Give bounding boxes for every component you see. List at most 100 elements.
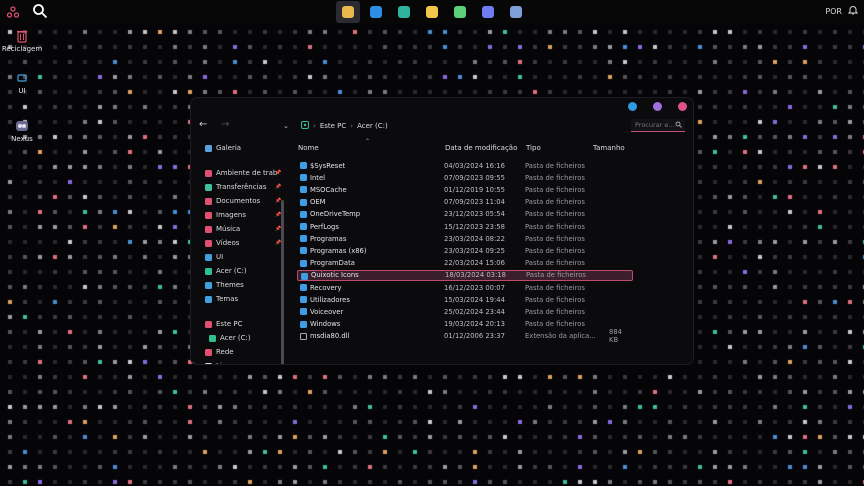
settings-app-icon[interactable] [504,1,528,23]
sidebar-item-label: Themes [216,281,244,289]
sidebar-item-transfer-ncias[interactable]: Transferências 📌 [205,181,281,193]
file-date: 19/03/2024 20:13 [444,320,505,329]
chevron-right-icon: › [350,122,354,130]
file-type: Pasta de ficheiros [525,234,585,243]
folder-icon [300,223,307,230]
file-row[interactable]: OEM 07/09/2023 11:04 Pasta de ficheiros [297,197,633,208]
sidebar-item-m-sica[interactable]: Música 📌 [205,223,281,235]
desktop-icon-recycle-bin[interactable]: Reciclagem [0,28,44,53]
file-explorer-app-icon[interactable] [336,1,360,23]
pin-icon[interactable]: 📌 [275,240,281,246]
desktop-icon [205,169,212,177]
sidebar-item-acer-c[interactable]: Acer (C:) [209,332,251,344]
file-row[interactable]: MSOCache 01/12/2019 10:55 Pasta de ficheir… [297,184,633,195]
file-type: Extensão da aplica... [525,332,596,341]
sidebar-item-ambiente-de-trab[interactable]: Ambiente de trab 📌 [205,167,281,179]
pin-icon[interactable]: 📌 [275,226,281,232]
sidebar-item-galeria[interactable]: Galeria [205,142,241,154]
file-name: Programas [310,234,347,243]
chevron-down-icon[interactable]: ⌄ [283,122,289,130]
file-row[interactable]: msdia80.dll 01/12/2006 23:37 Extensão da a… [297,328,633,344]
sidebar-item-label: Documentos [216,197,261,205]
file-type: Pasta de ficheiros [525,259,585,268]
sidebar-item-documentos[interactable]: Documentos 📌 [205,195,281,207]
navigation-pane: Galeria Ambiente de trab 📌 Transferências 📌 D… [191,140,287,364]
file-date: 23/03/2024 08:22 [444,234,505,243]
pin-icon[interactable]: 📌 [275,198,281,204]
back-arrow-icon[interactable]: ← [199,119,207,130]
sidebar-item-label: Imagens [216,211,247,219]
file-date: 15/03/2024 19:44 [444,295,505,304]
sidebar-item-label: Galeria [216,144,242,152]
edge-app-icon[interactable] [392,1,416,23]
file-row[interactable]: PerfLogs 15/12/2023 23:58 Pasta de ficheir… [297,221,633,232]
column-header-size[interactable]: Tamanho [593,144,625,152]
file-row[interactable]: Utilizadores 15/03/2024 19:44 Pasta de fic… [297,294,633,305]
browser-app-icon[interactable] [448,1,472,23]
folder-icon [205,295,212,303]
vscode-app-icon[interactable] [364,1,388,23]
start-menu-icon[interactable] [6,4,20,23]
file-name: PerfLogs [310,222,339,231]
folder-icon [300,320,307,328]
folder-icon [0,70,44,86]
pin-icon[interactable]: 📌 [275,170,281,176]
file-row[interactable]: Quixotic Icons 18/03/2024 03:18 Pasta de f… [297,269,633,281]
file-row[interactable]: OneDriveTemp 23/12/2023 05:54 Pasta de fic… [297,209,633,220]
column-header-type[interactable]: Tipo [526,144,541,152]
pin-icon[interactable]: 📌 [275,212,281,218]
file-date: 16/12/2023 00:07 [444,283,505,292]
file-row[interactable]: Recovery 16/12/2023 00:07 Pasta de ficheir… [297,282,633,293]
search-input[interactable]: Procurar e... [631,119,685,132]
sidebar-item-rede[interactable]: Rede [205,346,234,358]
network-icon [205,348,212,356]
nexus-icon [0,118,44,134]
store-app-icon[interactable] [420,1,444,23]
sidebar-item-label: Música [216,225,241,233]
sidebar-item-ui[interactable]: UI [205,251,223,263]
file-row[interactable]: Programas 23/03/2024 08:22 Pasta de fichei… [297,233,633,244]
sidebar-item-label: Este PC [216,320,243,328]
desktop-icon-label: Nexus [11,135,33,143]
sidebar-item-temas[interactable]: Temas [205,293,238,305]
column-header-name[interactable]: Nome [298,144,319,152]
file-row[interactable]: Voiceover 25/02/2024 23:44 Pasta de fichei… [297,306,633,317]
sidebar-item-este-pc[interactable]: Este PC [205,318,242,330]
file-date: 22/03/2024 15:06 [444,259,505,268]
documents-icon [205,197,212,205]
sidebar-item-acer-c[interactable]: Acer (C:) [205,265,247,277]
file-row[interactable]: $SysReset 04/03/2024 16:16 Pasta de fichei… [297,160,633,171]
notification-bell-icon[interactable] [847,5,859,17]
recycle-bin-icon [0,28,44,44]
sidebar-item-themes[interactable]: Themes [205,279,244,291]
file-date: 07/09/2023 09:55 [444,173,505,182]
search-icon[interactable] [32,3,48,23]
forward-arrow-icon[interactable]: → [221,119,229,130]
file-name: ProgramData [310,259,355,268]
file-row[interactable]: Intel 07/09/2023 09:55 Pasta de ficheiros [297,172,633,183]
folder-icon [300,198,307,206]
sidebar-item-v-deos[interactable]: Vídeos 📌 [205,237,281,249]
file-row[interactable]: ProgramData 22/03/2024 15:06 Pasta de fich… [297,258,633,269]
file-date: 23/03/2024 09:25 [444,246,505,255]
folder-icon [300,308,307,316]
maximize-button[interactable] [653,102,662,111]
language-indicator[interactable]: POR [825,7,842,16]
sidebar-item-linux[interactable]: Linux [205,360,235,364]
desktop-icon-nexus[interactable]: Nexus [0,118,44,143]
pin-icon[interactable]: 📌 [275,184,281,190]
close-button[interactable] [678,102,687,111]
file-row[interactable]: Programas (x86) 23/03/2024 09:25 Pasta de … [297,245,633,256]
breadcrumb-item-drive[interactable]: Acer (C:) [357,122,388,130]
discord-app-icon[interactable] [476,1,500,23]
downloads-icon [205,183,212,191]
file-row[interactable]: Windows 19/03/2024 20:13 Pasta de ficheiro… [297,319,633,330]
column-header-date[interactable]: Data de modificação [445,144,517,152]
chevron-right-icon: › [313,122,316,130]
minimize-button[interactable] [628,102,637,111]
file-date: 15/12/2023 23:58 [444,222,505,231]
navigation-scrollbar[interactable] [281,200,284,364]
sidebar-item-imagens[interactable]: Imagens 📌 [205,209,281,221]
desktop-icon-ui[interactable]: UI [0,70,44,95]
breadcrumb-item-este-pc[interactable]: Este PC [320,122,346,130]
